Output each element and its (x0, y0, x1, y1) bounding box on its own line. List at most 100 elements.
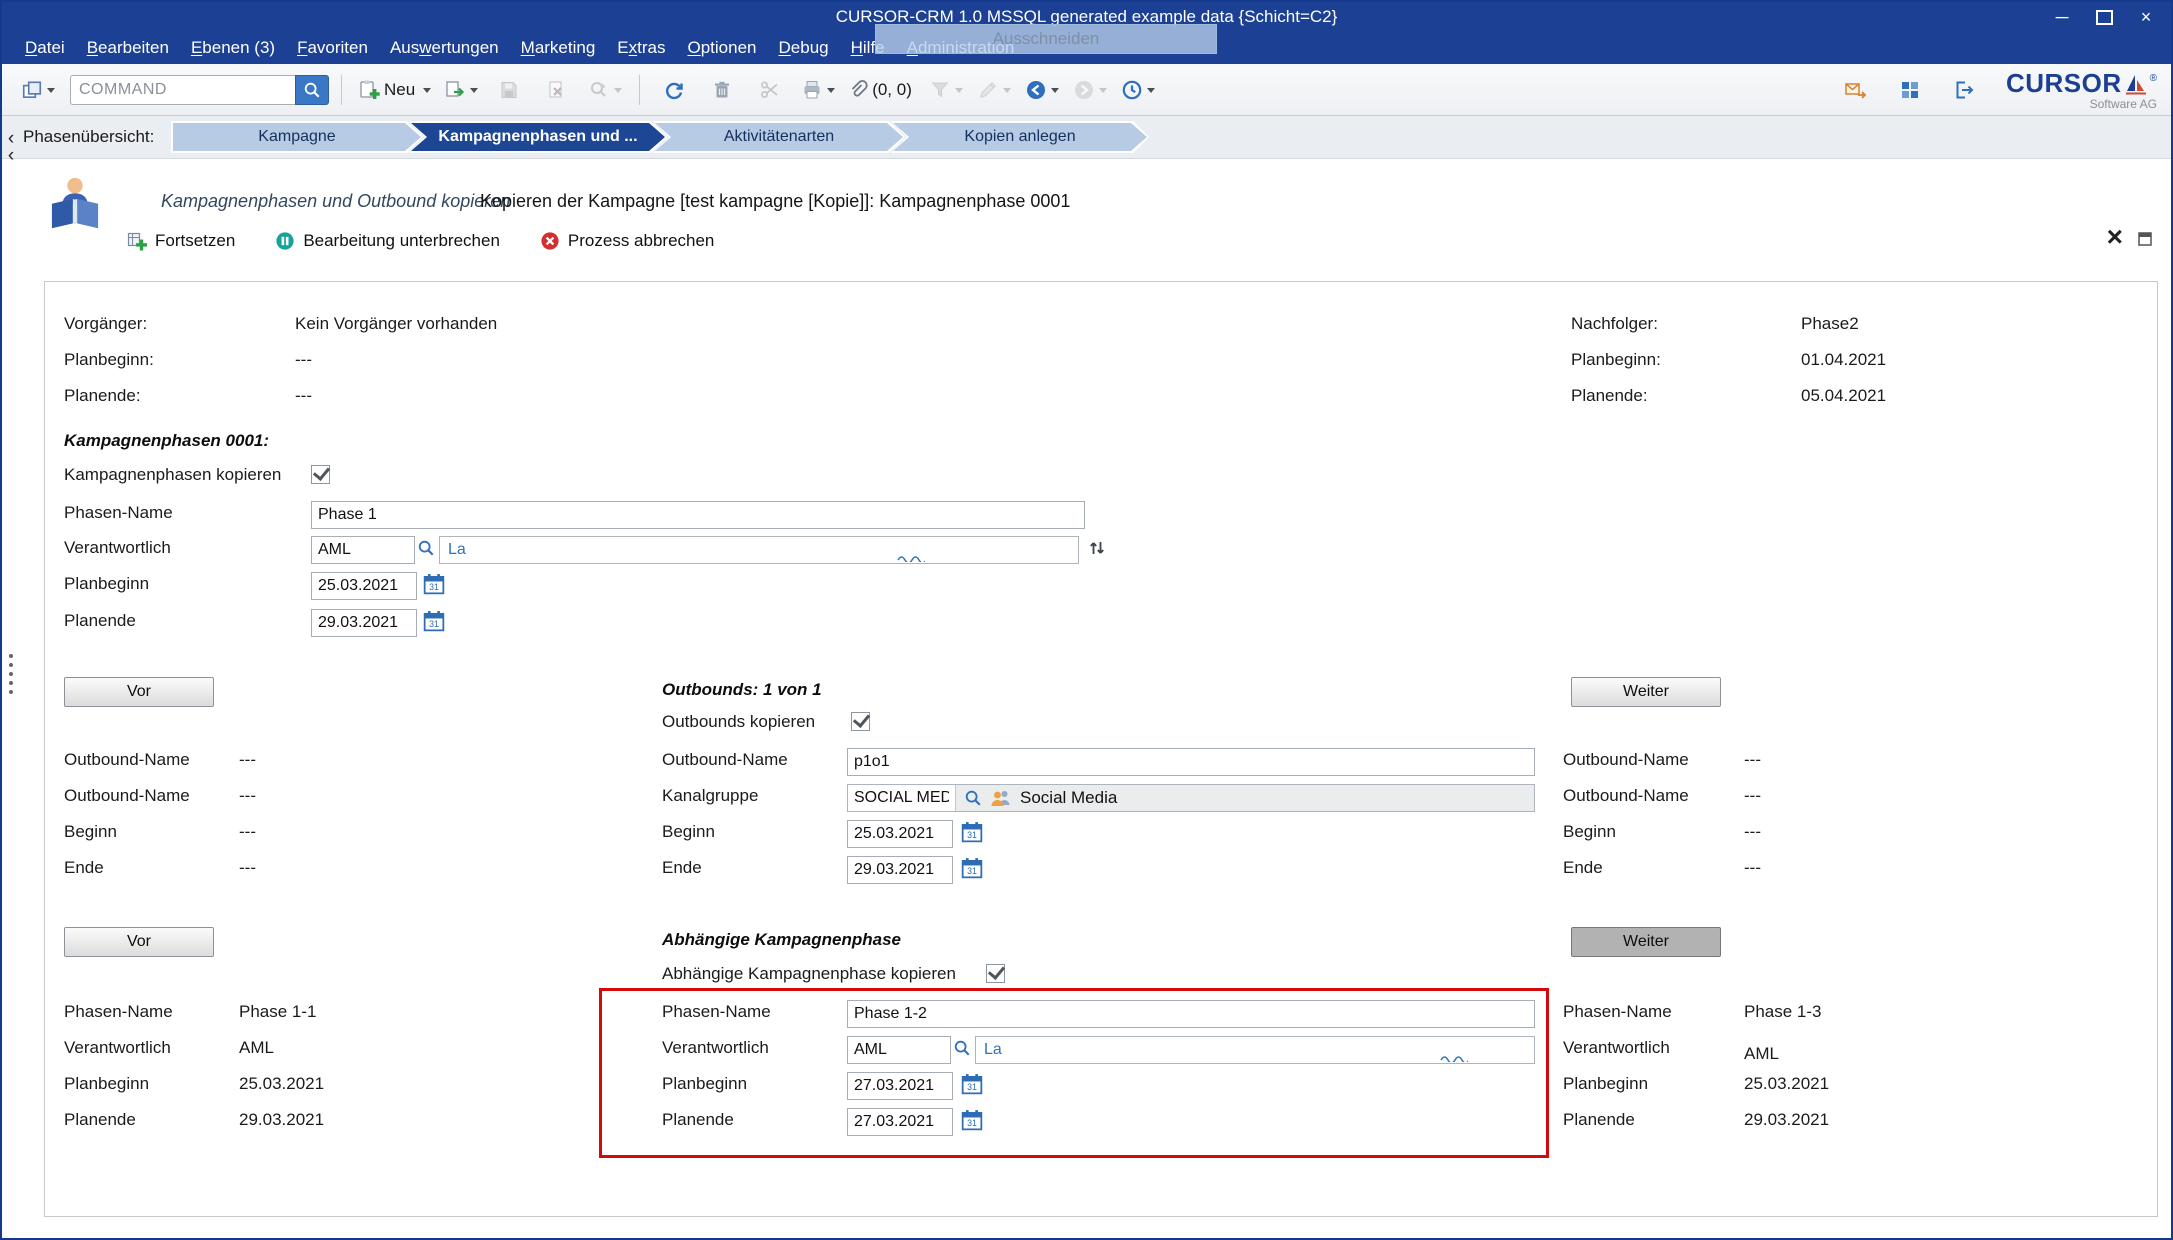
refresh-button[interactable] (652, 71, 696, 109)
plan-begin-calendar-button[interactable]: 31 (423, 573, 445, 595)
document-header: Kampagnenphasen und Outbound kopieren Ko… (2, 159, 2171, 281)
print-button[interactable] (796, 71, 840, 109)
app-grid-button[interactable] (1888, 71, 1932, 109)
send-button[interactable] (439, 71, 483, 109)
menu-item-favoriten[interactable]: Favoriten (286, 32, 379, 64)
command-search-button[interactable] (295, 75, 329, 105)
dependent-owner-input[interactable] (847, 1036, 951, 1064)
history-button[interactable] (1116, 71, 1160, 109)
command-input[interactable] (70, 75, 295, 105)
phase-name-input[interactable] (311, 501, 1085, 529)
filter-button[interactable] (924, 71, 968, 109)
plan-end-value: 29.03.2021 (1744, 1110, 1829, 1130)
outbound-next-button[interactable]: Weiter (1571, 677, 1721, 707)
dependent-next-button[interactable]: Weiter (1571, 927, 1721, 957)
find-edit-button[interactable] (583, 71, 627, 109)
maximize-button[interactable] (2085, 4, 2123, 30)
close-button[interactable]: × (2127, 4, 2165, 30)
search-icon[interactable] (964, 789, 982, 807)
step-kampagnenphasen[interactable]: Kampagnenphasen und ... (411, 123, 665, 151)
drag-handle[interactable] (9, 654, 13, 658)
save-icon (498, 79, 520, 101)
chevron-down-icon (614, 88, 622, 97)
panel-close-button[interactable]: × (2107, 223, 2123, 251)
pencil-button[interactable] (972, 71, 1016, 109)
process-subtitle: Kampagnenphasen und Outbound kopieren (161, 191, 510, 212)
dependent-end-input[interactable] (847, 1108, 953, 1136)
menu-item-auswertungen[interactable]: Auswertungen (379, 32, 510, 64)
step-kopien-anlegen[interactable]: Kopien anlegen (893, 123, 1147, 151)
pause-button[interactable]: Bearbeitung unterbrechen (275, 231, 500, 251)
owner-link[interactable]: La (448, 541, 466, 559)
forward-button[interactable] (1068, 71, 1112, 109)
owner-value: AML (1744, 1044, 1779, 1064)
plan-end-label: Planende (662, 1110, 734, 1130)
copy-dependent-checkbox[interactable] (986, 964, 1005, 983)
book-person-icon (46, 173, 104, 234)
plan-begin-input[interactable] (311, 572, 417, 600)
outbound-end-input[interactable] (847, 856, 953, 884)
dependent-begin-input[interactable] (847, 1072, 953, 1100)
begin-value: --- (239, 822, 256, 842)
outbound-begin-calendar-button[interactable]: 31 (961, 821, 983, 843)
outbound-begin-input[interactable] (847, 820, 953, 848)
save-button[interactable] (487, 71, 531, 109)
menu-item-ebenen-3-[interactable]: Ebenen (3) (180, 32, 286, 64)
step-wrap: Kampagne (171, 121, 423, 153)
delete-button[interactable] (535, 71, 579, 109)
continue-button[interactable]: Fortsetzen (127, 231, 235, 251)
plan-end-calendar-button[interactable]: 31 (423, 610, 445, 632)
menu-item-debug[interactable]: Debug (768, 32, 840, 64)
toolbar-separator (639, 75, 640, 105)
dependent-end-calendar-button[interactable]: 31 (961, 1109, 983, 1131)
paperclip-icon (848, 79, 868, 101)
minimize-button[interactable]: ─ (2043, 4, 2081, 30)
panel-pin-button[interactable] (2137, 231, 2153, 252)
outbound-name-label: Outbound-Name (64, 750, 190, 770)
end-value: --- (1744, 858, 1761, 878)
cut-button[interactable] (748, 71, 792, 109)
channel-group-input[interactable] (848, 785, 956, 811)
back-button[interactable] (1020, 71, 1064, 109)
window-copy-button[interactable] (16, 71, 60, 109)
step-wrap: Kopien anlegen (891, 121, 1149, 153)
menu-item-bearbeiten[interactable]: Bearbeiten (76, 32, 180, 64)
plan-end-input[interactable] (311, 609, 417, 637)
menu-item-datei[interactable]: Datei (14, 32, 76, 64)
outbound-name-value: --- (239, 786, 256, 806)
dependent-phase-name-input[interactable] (847, 1000, 1535, 1028)
chevron-down-icon (1003, 88, 1011, 97)
outbound-name-input[interactable] (847, 748, 1535, 776)
outbound-back-button[interactable]: Vor (64, 677, 214, 707)
owner-lookup-button[interactable] (417, 539, 435, 557)
dependent-begin-calendar-button[interactable]: 31 (961, 1073, 983, 1095)
dependent-owner-lookup-button[interactable] (953, 1039, 971, 1057)
copy-phases-checkbox[interactable] (311, 465, 330, 484)
calendar-icon: 31 (423, 573, 445, 595)
menu-item-optionen[interactable]: Optionen (676, 32, 767, 64)
begin-value: --- (1744, 822, 1761, 842)
attachments-button[interactable]: (0, 0) (844, 71, 920, 109)
chevron-left-icon: ‹ (8, 147, 14, 164)
continue-icon (127, 231, 147, 251)
new-button[interactable]: Neu (354, 71, 435, 109)
abort-button[interactable]: Prozess abbrechen (540, 231, 714, 251)
dependent-back-button[interactable]: Vor (64, 927, 214, 957)
chevron-down-icon (1147, 88, 1155, 97)
step-aktivitaetenarten[interactable]: Aktivitätenarten (655, 123, 903, 151)
step-kampagne[interactable]: Kampagne (173, 123, 421, 151)
dependent-owner-link[interactable]: La (984, 1041, 1002, 1059)
mail-import-button[interactable] (1834, 71, 1878, 109)
logout-button[interactable] (1942, 71, 1986, 109)
toolbar-separator (341, 75, 342, 105)
owner-input[interactable] (311, 536, 415, 564)
menu-item-marketing[interactable]: Marketing (510, 32, 607, 64)
collapse-handle[interactable]: ‹‹ (4, 130, 18, 164)
copy-outbounds-checkbox[interactable] (851, 712, 870, 731)
trash-button[interactable] (700, 71, 744, 109)
outbound-end-calendar-button[interactable]: 31 (961, 857, 983, 879)
sort-toggle-button[interactable] (1087, 538, 1107, 558)
menu-item-extras[interactable]: Extras (606, 32, 676, 64)
window-copy-icon (21, 79, 43, 101)
calendar-icon: 31 (961, 857, 983, 879)
